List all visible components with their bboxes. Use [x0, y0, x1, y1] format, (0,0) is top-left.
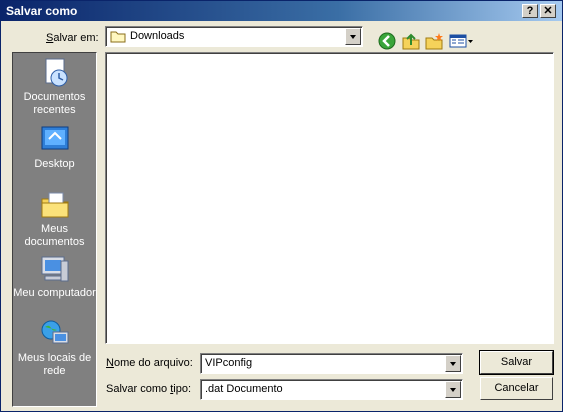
cancel-button[interactable]: Cancelar	[480, 377, 553, 400]
close-button[interactable]: ✕	[540, 4, 556, 18]
back-icon[interactable]	[377, 31, 397, 51]
place-recent-documents[interactable]: Documentos recentes	[13, 57, 96, 117]
help-button[interactable]: ?	[522, 4, 538, 18]
recent-documents-icon	[45, 58, 67, 87]
file-type-value: .dat Documento	[205, 383, 283, 395]
up-folder-icon[interactable]	[401, 31, 421, 51]
place-label: Meus locais de rede	[17, 352, 92, 377]
places-bar: Documentos recentes Desktop Meus documen…	[12, 52, 97, 407]
save-as-dialog: Salvar como ? ✕ Salvar em: Downloads Doc…	[0, 0, 563, 412]
file-type-dropdown[interactable]: .dat Documento	[200, 379, 463, 400]
view-menu-icon[interactable]	[448, 31, 474, 51]
save-in-dropdown[interactable]: Downloads	[105, 26, 363, 47]
desktop-icon	[41, 126, 68, 150]
file-name-label: Nome do arquivo:	[106, 357, 193, 369]
save-in-label: Salvar em:	[46, 32, 99, 44]
window-title: Salvar como	[6, 4, 78, 18]
network-places-icon	[41, 320, 68, 344]
file-list[interactable]	[105, 52, 554, 344]
file-type-dropdown-arrow[interactable]	[445, 381, 461, 398]
place-network[interactable]: Meus locais de rede	[13, 318, 96, 378]
file-name-dropdown-arrow[interactable]	[445, 355, 461, 372]
file-name-input[interactable]: VIPconfig	[200, 353, 463, 374]
place-label: Meu computador	[13, 287, 96, 299]
my-computer-icon	[41, 256, 68, 282]
place-label: Desktop	[34, 158, 75, 170]
place-desktop[interactable]: Desktop	[13, 124, 96, 171]
folder-icon	[110, 30, 126, 46]
save-in-value: Downloads	[130, 30, 185, 42]
file-name-value[interactable]: VIPconfig	[205, 357, 252, 369]
title-bar[interactable]: Salvar como ? ✕	[1, 1, 562, 21]
file-type-label: Salvar como tipo:	[106, 383, 192, 395]
my-documents-icon	[41, 192, 68, 218]
place-my-computer[interactable]: Meu computador	[13, 253, 96, 300]
save-button[interactable]: Salvar	[479, 350, 554, 375]
place-label: Documentos recentes	[23, 91, 86, 116]
place-my-documents[interactable]: Meus documentos	[13, 189, 96, 249]
new-folder-icon[interactable]	[424, 31, 444, 51]
place-label: Meus documentos	[24, 223, 85, 248]
save-in-dropdown-arrow[interactable]	[345, 28, 361, 45]
